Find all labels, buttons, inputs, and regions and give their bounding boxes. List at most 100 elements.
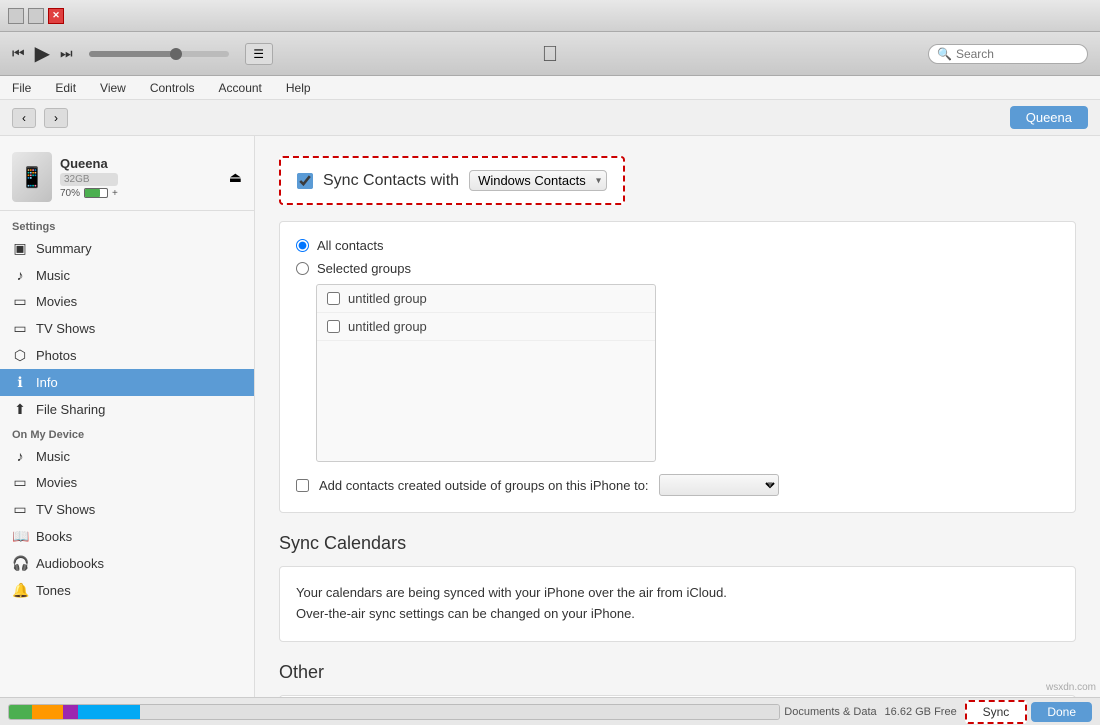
menu-help[interactable]: Help xyxy=(282,79,315,97)
summary-icon: ▣ xyxy=(12,240,28,257)
device-icon: 📱 xyxy=(12,152,52,202)
sidebar-item-tv-shows[interactable]: ▭ TV Shows xyxy=(0,315,254,342)
menu-edit[interactable]: Edit xyxy=(51,79,80,97)
sidebar-item-file-sharing[interactable]: ⬆ File Sharing xyxy=(0,396,254,423)
sidebar-item-photos[interactable]: ⬡ Photos xyxy=(0,342,254,369)
sync-contacts-checkbox[interactable] xyxy=(297,173,313,189)
apple-logo:  xyxy=(542,41,559,67)
device-button[interactable]: Queena xyxy=(1010,106,1088,129)
progress-bar[interactable] xyxy=(89,51,229,57)
battery-plus-icon: + xyxy=(112,188,118,199)
settings-section-label: Settings xyxy=(0,215,254,235)
sidebar-item-info[interactable]: ℹ Info xyxy=(0,369,254,396)
music-icon: ♪ xyxy=(12,267,28,283)
battery-indicator xyxy=(84,188,108,198)
tv-shows-device-icon: ▭ xyxy=(12,501,28,518)
sidebar-item-music[interactable]: ♪ Music xyxy=(0,262,254,288)
all-contacts-radio[interactable] xyxy=(296,239,309,252)
device-details: Queena 32GB 70% + xyxy=(60,156,118,199)
forward-button[interactable]: ⏭ xyxy=(60,45,73,62)
maximize-button[interactable] xyxy=(28,8,44,24)
playback-bar: ⏮ ▶ ⏭  ☰ 🔍 xyxy=(0,32,1100,76)
all-contacts-option[interactable]: All contacts xyxy=(296,238,1059,253)
battery-fill xyxy=(85,189,100,197)
progress-fill xyxy=(89,51,173,57)
sidebar-item-label: Photos xyxy=(36,348,76,363)
add-contacts-dropdown[interactable] xyxy=(659,474,779,496)
group-1-checkbox[interactable] xyxy=(327,292,340,305)
titlebar: ✕ xyxy=(0,0,1100,32)
progress-thumb xyxy=(170,48,182,60)
sidebar-item-tones-device[interactable]: 🔔 Tones xyxy=(0,577,254,604)
sidebar-item-label: TV Shows xyxy=(36,502,95,517)
device-capacity-badge: 32GB xyxy=(60,173,118,186)
sidebar-item-label: Audiobooks xyxy=(36,556,104,571)
menu-file[interactable]: File xyxy=(8,79,35,97)
navbar: ‹ › Queena xyxy=(0,100,1100,136)
group-2-checkbox[interactable] xyxy=(327,320,340,333)
sync-contacts-label: Sync Contacts with xyxy=(323,172,459,190)
list-view-button[interactable]: ☰ xyxy=(245,43,273,65)
sync-calendars-line2: Over-the-air sync settings can be change… xyxy=(296,604,1059,625)
search-box: 🔍 xyxy=(928,44,1088,64)
minimize-button[interactable] xyxy=(8,8,24,24)
all-contacts-label: All contacts xyxy=(317,238,383,253)
sidebar-item-books-device[interactable]: 📖 Books xyxy=(0,523,254,550)
storage-bar xyxy=(8,704,780,720)
search-icon: 🔍 xyxy=(937,47,952,61)
battery-percent: 70% xyxy=(60,188,80,199)
group-empty-4 xyxy=(317,431,655,461)
sidebar-item-summary[interactable]: ▣ Summary xyxy=(0,235,254,262)
back-button[interactable]: ‹ xyxy=(12,108,36,128)
contacts-options: All contacts Selected groups untitled gr… xyxy=(279,221,1076,513)
selected-groups-option[interactable]: Selected groups xyxy=(296,261,1059,276)
file-sharing-icon: ⬆ xyxy=(12,401,28,418)
selected-groups-radio[interactable] xyxy=(296,262,309,275)
sidebar-item-movies-device[interactable]: ▭ Movies xyxy=(0,469,254,496)
sidebar-item-label: Music xyxy=(36,449,70,464)
on-my-device-label: On My Device xyxy=(0,423,254,443)
sync-calendars-info: Your calendars are being synced with you… xyxy=(279,566,1076,642)
group-empty-1 xyxy=(317,341,655,371)
sidebar-item-label: Books xyxy=(36,529,72,544)
close-button[interactable]: ✕ xyxy=(48,8,64,24)
menu-view[interactable]: View xyxy=(96,79,130,97)
group-empty-2 xyxy=(317,371,655,401)
sidebar-item-music-device[interactable]: ♪ Music xyxy=(0,443,254,469)
sidebar-item-label: Tones xyxy=(36,583,71,598)
watermark: wsxdn.com xyxy=(1046,682,1096,693)
sidebar-item-tv-shows-device[interactable]: ▭ TV Shows xyxy=(0,496,254,523)
photos-icon: ⬡ xyxy=(12,347,28,364)
info-icon: ℹ xyxy=(12,374,28,391)
sync-calendars-line1: Your calendars are being synced with you… xyxy=(296,583,1059,604)
sidebar-item-movies[interactable]: ▭ Movies xyxy=(0,288,254,315)
movies-device-icon: ▭ xyxy=(12,474,28,491)
add-contacts-checkbox[interactable] xyxy=(296,479,309,492)
bottom-bar: Documents & Data 16.62 GB Free Sync Done xyxy=(0,697,1100,725)
menu-account[interactable]: Account xyxy=(215,79,266,97)
group-1-label: untitled group xyxy=(348,291,427,306)
sidebar-item-label: Summary xyxy=(36,241,92,256)
sidebar-item-label: Info xyxy=(36,375,58,390)
device-info: 📱 Queena 32GB 70% + ⏏ xyxy=(0,144,254,211)
sidebar-item-audiobooks-device[interactable]: 🎧 Audiobooks xyxy=(0,550,254,577)
sync-button[interactable]: Sync xyxy=(965,700,1028,724)
menu-controls[interactable]: Controls xyxy=(146,79,199,97)
audiobooks-device-icon: 🎧 xyxy=(12,555,28,572)
sidebar-item-label: Movies xyxy=(36,294,77,309)
group-item-2[interactable]: untitled group xyxy=(317,313,655,341)
add-contacts-dropdown-wrapper xyxy=(659,474,779,496)
play-button[interactable]: ▶ xyxy=(35,41,50,66)
forward-button[interactable]: › xyxy=(44,108,68,128)
search-input[interactable] xyxy=(956,47,1076,61)
windows-contacts-dropdown[interactable]: Windows Contacts xyxy=(469,170,607,191)
selected-groups-label: Selected groups xyxy=(317,261,411,276)
music-device-icon: ♪ xyxy=(12,448,28,464)
rewind-button[interactable]: ⏮ xyxy=(12,45,25,62)
group-item-1[interactable]: untitled group xyxy=(317,285,655,313)
battery-bar: 70% + xyxy=(60,188,118,199)
groups-list: untitled group untitled group xyxy=(316,284,656,462)
done-button[interactable]: Done xyxy=(1031,702,1092,722)
windows-contacts-dropdown-wrapper: Windows Contacts xyxy=(469,170,607,191)
eject-button[interactable]: ⏏ xyxy=(229,169,242,186)
